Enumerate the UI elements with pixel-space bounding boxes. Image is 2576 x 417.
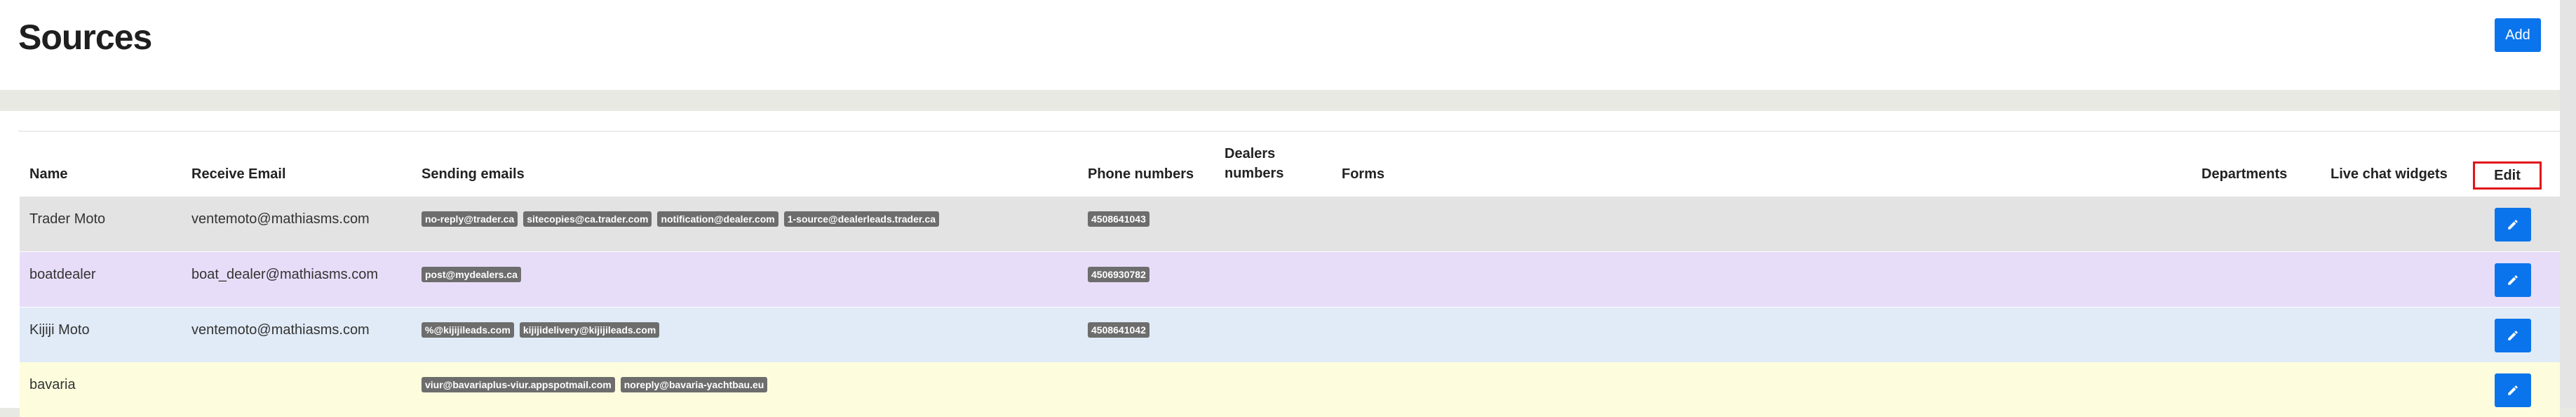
column-header-dealers-line2: numbers	[1225, 166, 1284, 181]
column-header-dealers-line1: Dealers	[1225, 146, 1276, 161]
phone-number-badge: 4508641043	[1088, 211, 1149, 227]
cell-receive-email: ventemoto@mathiasms.com	[191, 211, 370, 227]
column-header-sending-emails: Sending emails	[422, 166, 525, 182]
sending-email-badge: noreply@bavaria-yachtbau.eu	[620, 377, 768, 392]
cell-name: bavaria	[29, 377, 76, 392]
cell-receive-email: boat_dealer@mathiasms.com	[191, 267, 378, 282]
sources-table-card: Name Receive Email Sending emails Phone …	[0, 111, 2560, 417]
cell-name: boatdealer	[29, 267, 96, 282]
column-header-edit: Edit	[2473, 161, 2542, 190]
edit-source-button[interactable]	[2495, 263, 2531, 297]
page-title: Sources	[18, 18, 152, 57]
vertical-scrollbar[interactable]	[2560, 0, 2576, 408]
column-header-forms: Forms	[1342, 166, 1385, 182]
sending-email-badge: sitecopies@ca.trader.com	[523, 211, 652, 227]
cell-sending-emails: viur@bavariaplus-viur.appspotmail.com nor…	[422, 377, 768, 392]
table-row: bavaria viur@bavariaplus-viur.appspotmail…	[20, 362, 2560, 417]
sending-email-badge: kijijidelivery@kijijileads.com	[519, 322, 660, 338]
sending-email-badge: notification@dealer.com	[657, 211, 778, 227]
cell-receive-email: ventemoto@mathiasms.com	[191, 322, 370, 338]
column-header-phone-numbers: Phone numbers	[1088, 166, 1194, 182]
column-header-dealers-numbers: Dealers numbers	[1225, 144, 1283, 183]
edit-source-button[interactable]	[2495, 319, 2531, 352]
column-header-edit-label: Edit	[2494, 167, 2521, 183]
cell-sending-emails: post@mydealers.ca	[422, 267, 521, 282]
table-row: Trader Moto ventemoto@mathiasms.com no-rep…	[20, 197, 2560, 251]
page-header: Sources Add	[0, 0, 2560, 90]
sending-email-badge: 1-source@dealerleads.trader.ca	[783, 211, 940, 227]
cell-name: Kijiji Moto	[29, 322, 90, 338]
divider	[18, 131, 2560, 132]
edit-source-button[interactable]	[2495, 373, 2531, 407]
pencil-icon	[2508, 385, 2518, 395]
pencil-icon	[2508, 275, 2518, 285]
sending-email-badge: no-reply@trader.ca	[422, 211, 518, 227]
cell-sending-emails: no-reply@trader.ca sitecopies@ca.trader.c…	[422, 211, 940, 227]
column-header-departments: Departments	[2201, 166, 2288, 182]
cell-name: Trader Moto	[29, 211, 106, 227]
column-header-name: Name	[29, 166, 68, 182]
phone-number-badge: 4506930782	[1088, 267, 1149, 282]
column-header-live-chat-widgets: Live chat widgets	[2331, 166, 2448, 182]
cell-phone-numbers: 4508641043	[1088, 211, 1149, 227]
column-header-receive-email: Receive Email	[191, 166, 286, 182]
add-source-button[interactable]: Add	[2495, 18, 2541, 52]
sending-email-badge: %@kijijileads.com	[422, 322, 514, 338]
cell-sending-emails: %@kijijileads.com kijijidelivery@kijijile…	[422, 322, 660, 338]
table-row: boatdealer boat_dealer@mathiasms.com post@…	[20, 252, 2560, 307]
sending-email-badge: post@mydealers.ca	[422, 267, 521, 282]
pencil-icon	[2508, 220, 2518, 230]
table-row: Kijiji Moto ventemoto@mathiasms.com %@kiji…	[20, 307, 2560, 362]
cell-phone-numbers: 4508641042	[1088, 322, 1149, 338]
sending-email-badge: viur@bavariaplus-viur.appspotmail.com	[422, 377, 615, 392]
cell-phone-numbers: 4506930782	[1088, 267, 1149, 282]
edit-source-button[interactable]	[2495, 208, 2531, 241]
pencil-icon	[2508, 331, 2518, 340]
phone-number-badge: 4508641042	[1088, 322, 1149, 338]
